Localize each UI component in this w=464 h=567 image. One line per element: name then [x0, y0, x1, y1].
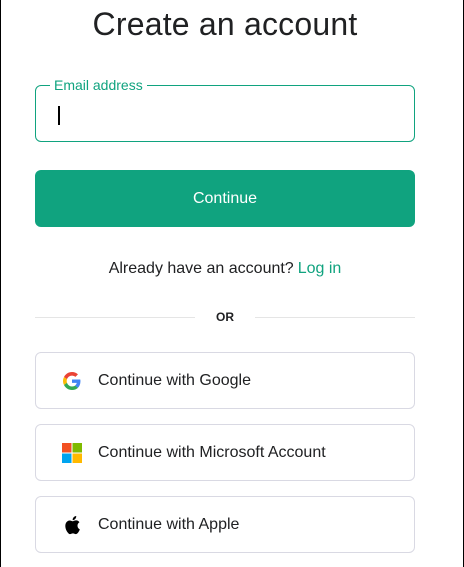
continue-with-apple-button[interactable]: Continue with Apple: [35, 496, 415, 553]
login-link[interactable]: Log in: [298, 260, 342, 277]
microsoft-icon: [62, 442, 82, 463]
or-divider: OR: [35, 308, 415, 326]
continue-button[interactable]: Continue: [35, 170, 415, 227]
divider-line-right: [255, 317, 415, 318]
social-button-label: Continue with Apple: [98, 515, 240, 533]
apple-icon: [62, 515, 82, 535]
login-prompt-text: Already have an account?: [108, 260, 294, 277]
page-title: Create an account: [92, 6, 358, 42]
continue-with-microsoft-button[interactable]: Continue with Microsoft Account: [35, 424, 415, 481]
text-caret: [58, 106, 60, 125]
continue-with-google-button[interactable]: Continue with Google: [35, 352, 415, 409]
email-input[interactable]: [36, 86, 414, 141]
signup-page: Create an account Email address Continue…: [0, 0, 464, 567]
email-field[interactable]: Email address: [35, 76, 415, 142]
social-button-label: Continue with Google: [98, 371, 251, 389]
login-prompt: Already have an account? Log in: [1, 260, 449, 278]
social-button-label: Continue with Microsoft Account: [98, 443, 326, 461]
google-icon: [62, 371, 82, 391]
